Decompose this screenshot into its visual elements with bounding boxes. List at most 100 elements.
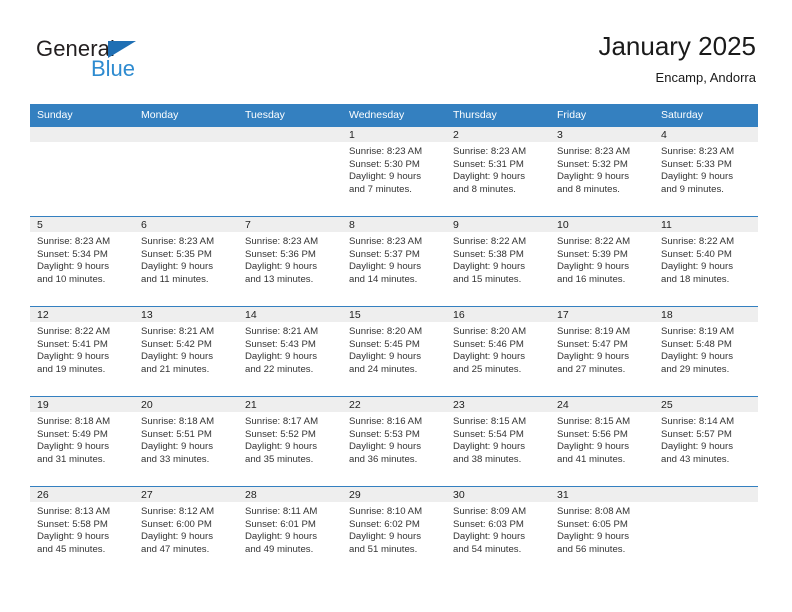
day-detail-line: Daylight: 9 hours	[245, 351, 317, 363]
calendar-empty-cell	[134, 126, 238, 217]
weekday-header-monday: Monday	[134, 104, 238, 127]
calendar-day-cell[interactable]: 6 Sunrise: 8:23 AM Sunset: 5:35 PM Daylight…	[134, 216, 238, 307]
day-detail-line: Sunset: 5:52 PM	[245, 428, 316, 440]
day-number	[30, 127, 134, 142]
weekday-header-friday: Friday	[550, 104, 654, 127]
day-detail-line: Sunrise: 8:23 AM	[141, 236, 215, 247]
calendar-day-cell[interactable]: 3 Sunrise: 8:23 AM Sunset: 5:32 PM Daylight…	[550, 126, 654, 217]
day-details: Sunrise: 8:10 AM Sunset: 6:02 PM Daylight:…	[342, 502, 446, 556]
day-detail-line: and 47 minutes.	[141, 543, 210, 555]
day-detail-line: Sunset: 5:41 PM	[37, 338, 108, 350]
calendar-day-cell[interactable]: 29 Sunrise: 8:10 AM Sunset: 6:02 PM Dayligh…	[342, 486, 446, 576]
day-detail-line: Daylight: 9 hours	[349, 531, 421, 543]
calendar-day-cell[interactable]: 7 Sunrise: 8:23 AM Sunset: 5:36 PM Daylight…	[238, 216, 342, 307]
day-detail-line: Sunrise: 8:21 AM	[245, 326, 319, 337]
day-number: 23	[446, 397, 550, 412]
weekday-header-tuesday: Tuesday	[238, 104, 342, 127]
day-detail-line: Sunrise: 8:22 AM	[37, 326, 111, 337]
calendar-day-cell[interactable]: 12 Sunrise: 8:22 AM Sunset: 5:41 PM Dayligh…	[30, 306, 134, 397]
day-number: 19	[30, 397, 134, 412]
title-block: January 2025 Encamp, Andorra	[598, 30, 756, 88]
day-detail-line: Sunrise: 8:22 AM	[453, 236, 527, 247]
day-detail-line: Daylight: 9 hours	[349, 261, 421, 273]
calendar-day-cell[interactable]: 9 Sunrise: 8:22 AM Sunset: 5:38 PM Daylight…	[446, 216, 550, 307]
day-detail-line: Sunrise: 8:23 AM	[245, 236, 319, 247]
day-number: 3	[550, 127, 654, 142]
weekday-header-sunday: Sunday	[30, 104, 134, 127]
location-subtitle: Encamp, Andorra	[655, 70, 756, 85]
day-detail-line: Sunrise: 8:22 AM	[661, 236, 735, 247]
day-number: 9	[446, 217, 550, 232]
day-details: Sunrise: 8:12 AM Sunset: 6:00 PM Daylight:…	[134, 502, 238, 556]
calendar-day-cell[interactable]: 10 Sunrise: 8:22 AM Sunset: 5:39 PM Dayligh…	[550, 216, 654, 307]
day-details	[654, 502, 758, 506]
calendar-day-cell[interactable]: 14 Sunrise: 8:21 AM Sunset: 5:43 PM Dayligh…	[238, 306, 342, 397]
general-blue-logo[interactable]: General Blue	[36, 36, 266, 88]
day-details: Sunrise: 8:18 AM Sunset: 5:49 PM Daylight:…	[30, 412, 134, 466]
calendar-empty-cell	[30, 126, 134, 217]
calendar-day-cell[interactable]: 15 Sunrise: 8:20 AM Sunset: 5:45 PM Dayligh…	[342, 306, 446, 397]
day-detail-line: Sunrise: 8:10 AM	[349, 506, 423, 517]
day-detail-line: and 24 minutes.	[349, 363, 418, 375]
day-detail-line: and 16 minutes.	[557, 273, 626, 285]
day-detail-line: Sunrise: 8:13 AM	[37, 506, 111, 517]
day-details: Sunrise: 8:23 AM Sunset: 5:36 PM Daylight:…	[238, 232, 342, 286]
calendar-day-cell[interactable]: 5 Sunrise: 8:23 AM Sunset: 5:34 PM Daylight…	[30, 216, 134, 307]
day-detail-line: Daylight: 9 hours	[141, 261, 213, 273]
day-detail-line: and 31 minutes.	[37, 453, 106, 465]
day-details: Sunrise: 8:18 AM Sunset: 5:51 PM Daylight:…	[134, 412, 238, 466]
day-detail-line: Sunrise: 8:22 AM	[557, 236, 631, 247]
calendar-week-row: 1 Sunrise: 8:23 AM Sunset: 5:30 PM Daylight…	[30, 126, 758, 217]
page-header: General Blue January 2025 Encamp, Andorr…	[0, 0, 792, 104]
calendar-day-cell[interactable]: 16 Sunrise: 8:20 AM Sunset: 5:46 PM Dayligh…	[446, 306, 550, 397]
day-detail-line: Sunset: 5:49 PM	[37, 428, 108, 440]
calendar-day-cell[interactable]: 19 Sunrise: 8:18 AM Sunset: 5:49 PM Dayligh…	[30, 396, 134, 487]
calendar-day-cell[interactable]: 23 Sunrise: 8:15 AM Sunset: 5:54 PM Dayligh…	[446, 396, 550, 487]
calendar-page: General Blue January 2025 Encamp, Andorr…	[0, 0, 792, 612]
day-details: Sunrise: 8:23 AM Sunset: 5:32 PM Daylight:…	[550, 142, 654, 196]
calendar-day-cell[interactable]: 17 Sunrise: 8:19 AM Sunset: 5:47 PM Dayligh…	[550, 306, 654, 397]
day-detail-line: Daylight: 9 hours	[557, 441, 629, 453]
day-detail-line: and 7 minutes.	[349, 183, 412, 195]
day-detail-line: Sunset: 5:54 PM	[453, 428, 524, 440]
calendar-day-cell[interactable]: 30 Sunrise: 8:09 AM Sunset: 6:03 PM Dayligh…	[446, 486, 550, 576]
sunrise-sunset-calendar: Sunday Monday Tuesday Wednesday Thursday…	[30, 104, 758, 576]
calendar-day-cell[interactable]: 26 Sunrise: 8:13 AM Sunset: 5:58 PM Dayligh…	[30, 486, 134, 576]
day-details: Sunrise: 8:23 AM Sunset: 5:34 PM Daylight:…	[30, 232, 134, 286]
day-details: Sunrise: 8:22 AM Sunset: 5:39 PM Daylight:…	[550, 232, 654, 286]
calendar-day-cell[interactable]: 4 Sunrise: 8:23 AM Sunset: 5:33 PM Daylight…	[654, 126, 758, 217]
day-detail-line: Daylight: 9 hours	[453, 171, 525, 183]
calendar-day-cell[interactable]: 28 Sunrise: 8:11 AM Sunset: 6:01 PM Dayligh…	[238, 486, 342, 576]
day-detail-line: Daylight: 9 hours	[557, 261, 629, 273]
day-details: Sunrise: 8:23 AM Sunset: 5:35 PM Daylight:…	[134, 232, 238, 286]
calendar-day-cell[interactable]: 21 Sunrise: 8:17 AM Sunset: 5:52 PM Dayligh…	[238, 396, 342, 487]
calendar-day-cell[interactable]: 13 Sunrise: 8:21 AM Sunset: 5:42 PM Dayligh…	[134, 306, 238, 397]
day-number: 15	[342, 307, 446, 322]
calendar-day-cell[interactable]: 18 Sunrise: 8:19 AM Sunset: 5:48 PM Dayligh…	[654, 306, 758, 397]
calendar-day-cell[interactable]: 27 Sunrise: 8:12 AM Sunset: 6:00 PM Dayligh…	[134, 486, 238, 576]
calendar-week-row: 19 Sunrise: 8:18 AM Sunset: 5:49 PM Dayligh…	[30, 396, 758, 487]
day-detail-line: Daylight: 9 hours	[453, 531, 525, 543]
day-detail-line: and 33 minutes.	[141, 453, 210, 465]
calendar-day-cell[interactable]: 20 Sunrise: 8:18 AM Sunset: 5:51 PM Dayligh…	[134, 396, 238, 487]
day-number: 28	[238, 487, 342, 502]
calendar-day-cell[interactable]: 24 Sunrise: 8:15 AM Sunset: 5:56 PM Dayligh…	[550, 396, 654, 487]
calendar-day-cell[interactable]: 25 Sunrise: 8:14 AM Sunset: 5:57 PM Dayligh…	[654, 396, 758, 487]
day-detail-line: Daylight: 9 hours	[453, 261, 525, 273]
day-detail-line: Sunrise: 8:23 AM	[349, 146, 423, 157]
calendar-day-cell[interactable]: 1 Sunrise: 8:23 AM Sunset: 5:30 PM Daylight…	[342, 126, 446, 217]
day-detail-line: Sunset: 5:42 PM	[141, 338, 212, 350]
calendar-day-cell[interactable]: 2 Sunrise: 8:23 AM Sunset: 5:31 PM Daylight…	[446, 126, 550, 217]
calendar-day-cell[interactable]: 8 Sunrise: 8:23 AM Sunset: 5:37 PM Daylight…	[342, 216, 446, 307]
page-title: January 2025	[598, 31, 756, 61]
calendar-day-cell[interactable]: 31 Sunrise: 8:08 AM Sunset: 6:05 PM Dayligh…	[550, 486, 654, 576]
calendar-day-cell[interactable]: 11 Sunrise: 8:22 AM Sunset: 5:40 PM Dayligh…	[654, 216, 758, 307]
weekday-header-row: Sunday Monday Tuesday Wednesday Thursday…	[30, 104, 758, 127]
day-detail-line: and 10 minutes.	[37, 273, 106, 285]
day-detail-line: Sunrise: 8:15 AM	[557, 416, 631, 427]
calendar-day-cell[interactable]: 22 Sunrise: 8:16 AM Sunset: 5:53 PM Dayligh…	[342, 396, 446, 487]
day-detail-line: Sunset: 5:32 PM	[557, 158, 628, 170]
day-number: 10	[550, 217, 654, 232]
day-number: 8	[342, 217, 446, 232]
day-detail-line: Sunrise: 8:11 AM	[245, 506, 318, 517]
